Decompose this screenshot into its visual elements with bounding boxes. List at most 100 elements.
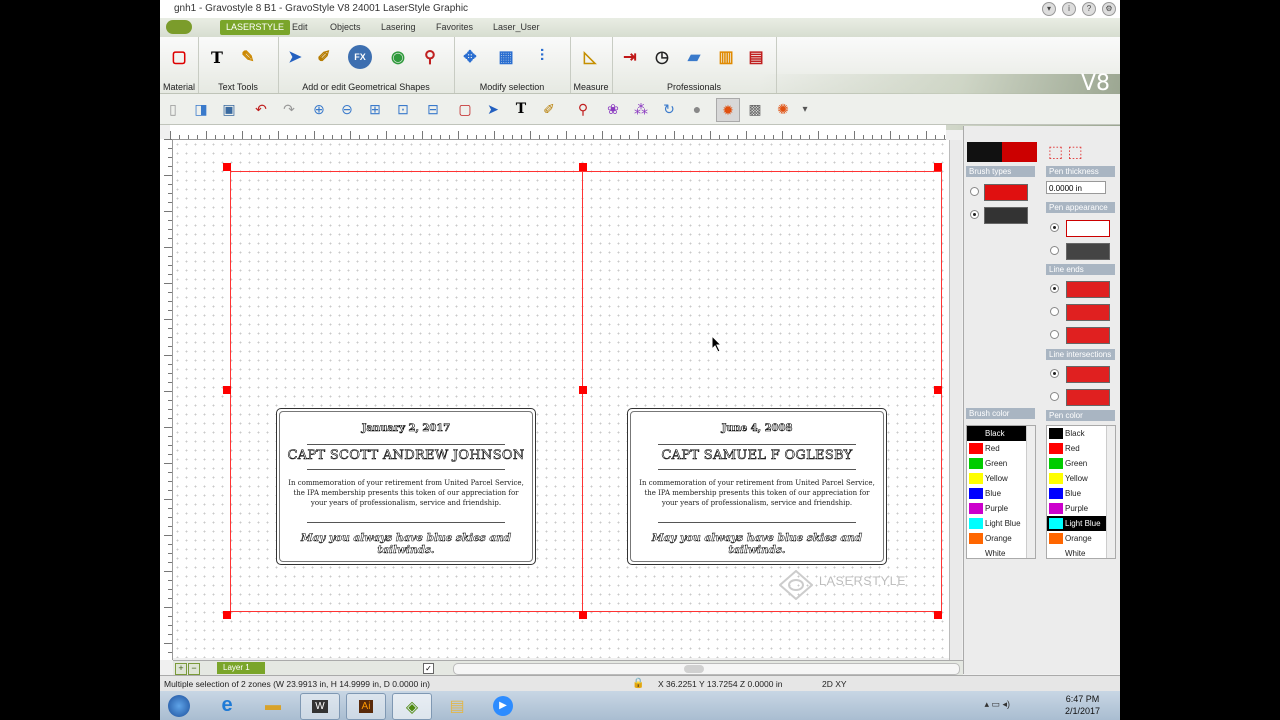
pointer-icon[interactable]: ➤ (482, 98, 504, 120)
text-icon[interactable]: T (510, 98, 532, 120)
add-layer-button[interactable]: + (175, 663, 187, 675)
text-tool-icon[interactable]: T (205, 45, 229, 69)
remove-layer-button[interactable]: − (188, 663, 200, 675)
info-icon[interactable]: i (1062, 2, 1076, 16)
node-icon[interactable]: ⚲ (572, 98, 594, 120)
pen-color-item[interactable]: Light Blue (1047, 516, 1115, 531)
pen-color-list[interactable]: Black Red Green Yellow Blue Purple Light Blue O… (1046, 425, 1116, 559)
move-icon[interactable]: ✥ (458, 45, 482, 69)
zoom-in-icon[interactable]: ⊕ (308, 98, 330, 120)
ungroup-icon[interactable]: ⁂ (630, 98, 652, 120)
zoom-window-icon[interactable]: ⊞ (364, 98, 386, 120)
fill-icon[interactable]: ▰ (682, 45, 706, 69)
menu-laser-user[interactable]: Laser_User (487, 20, 546, 35)
material-small-icon[interactable]: ▢ (454, 98, 476, 120)
brush-color-item[interactable]: Orange (967, 531, 1035, 546)
material-icon[interactable]: ▢ (167, 45, 191, 69)
pen-color-item[interactable]: Yellow (1047, 471, 1115, 486)
taskbar-zoom[interactable]: ▶ (484, 693, 522, 718)
laser-burst-icon[interactable]: ✺ (772, 98, 794, 120)
taskbar-ie[interactable]: e (208, 693, 246, 718)
start-button[interactable] (162, 693, 196, 718)
brush-color-scrollbar[interactable] (1026, 426, 1035, 558)
taskbar-files[interactable]: ▤ (438, 693, 476, 718)
line-end-flat-radio[interactable] (1050, 330, 1059, 339)
pen-thickness-field[interactable]: 0.0000 in (1046, 181, 1106, 194)
zoom-out-icon[interactable]: ⊖ (336, 98, 358, 120)
brush-color-item[interactable]: Green (967, 456, 1035, 471)
save-icon[interactable]: ▣ (218, 98, 240, 120)
zoom-all-icon[interactable]: ⊡ (392, 98, 414, 120)
pen-color-item[interactable]: Black (1047, 426, 1115, 441)
import-icon[interactable]: ⇥ (618, 45, 642, 69)
resize-handle[interactable] (223, 386, 231, 394)
intersection-miter-button[interactable] (1066, 389, 1110, 406)
brush-type-none-button[interactable] (984, 207, 1028, 224)
plaque-johnson[interactable]: January 2, 2017 CAPT SCOTT ANDREW JOHNSO… (276, 408, 536, 565)
pen-color-item[interactable]: Purple (1047, 501, 1115, 516)
menu-lasering[interactable]: Lasering (375, 20, 422, 35)
scroll-thumb[interactable] (684, 665, 704, 673)
refresh-icon[interactable]: ↻ (658, 98, 680, 120)
group-icon[interactable]: ❀ (602, 98, 624, 120)
brush-color-item[interactable]: White (967, 546, 1035, 558)
pen-icon[interactable]: ✐ (538, 98, 560, 120)
brush-color-item[interactable]: Blue (967, 486, 1035, 501)
select-arrow-icon[interactable]: ➤ (283, 45, 307, 69)
pen-color-item[interactable]: Blue (1047, 486, 1115, 501)
drawing-canvas[interactable]: January 2, 2017 CAPT SCOTT ANDREW JOHNSO… (173, 140, 949, 658)
brush-type-none-radio[interactable] (970, 210, 979, 219)
horizontal-scrollbar[interactable] (453, 663, 960, 675)
globe-icon[interactable]: ◉ (386, 45, 410, 69)
system-clock[interactable]: 6:47 PM 2/1/2017 (1065, 693, 1100, 717)
intersection-miter-radio[interactable] (1050, 392, 1059, 401)
pen-tool-icon[interactable]: ✐ (312, 45, 336, 69)
menu-laserstyle[interactable]: LASERSTYLE (220, 20, 291, 35)
line-end-flat-button[interactable] (1066, 327, 1110, 344)
taskbar-explorer[interactable]: ▬ (254, 693, 292, 718)
resize-handle[interactable] (579, 163, 587, 171)
cart-icon[interactable]: ▾ (1042, 2, 1056, 16)
fx-icon[interactable]: FX (348, 45, 372, 69)
line-end-round-radio[interactable] (1050, 284, 1059, 293)
pen-color-item[interactable]: Red (1047, 441, 1115, 456)
open-file-icon[interactable]: ◨ (190, 98, 212, 120)
brush-color-list[interactable]: Black Red Green Yellow Blue Purple Light Blue O… (966, 425, 1036, 559)
laser-simulation-icon[interactable]: ✹ (716, 98, 740, 122)
pen-color-item[interactable]: Green (1047, 456, 1115, 471)
menu-favorites[interactable]: Favorites (430, 20, 479, 35)
pen-color-item[interactable]: Orange (1047, 531, 1115, 546)
menu-objects[interactable]: Objects (324, 20, 367, 35)
brush-color-item[interactable]: Purple (967, 501, 1035, 516)
sphere-icon[interactable]: ● (686, 98, 708, 120)
resize-handle[interactable] (223, 163, 231, 171)
new-file-icon[interactable]: ▯ (162, 98, 184, 120)
plaque-oglesby[interactable]: June 4, 2008 CAPT SAMUEL F OGLESBY In co… (627, 408, 887, 565)
node-edit-icon[interactable]: ⚲ (418, 45, 442, 69)
taskbar-gravostyle[interactable]: ◈ (392, 693, 432, 720)
brush-color-item[interactable]: Black (967, 426, 1035, 441)
text-edit-icon[interactable]: ✎ (236, 45, 260, 69)
layer-visible-checkbox[interactable]: ✓ (423, 663, 434, 674)
brush-type-solid-radio[interactable] (970, 187, 979, 196)
brush-type-solid-button[interactable] (984, 184, 1028, 201)
toolbar-overflow-icon[interactable]: ▾ (800, 98, 810, 120)
settings-icon[interactable]: ⚙ (1102, 2, 1116, 16)
brush-color-item[interactable]: Light Blue (967, 516, 1035, 531)
pen-appearance-solid-radio[interactable] (1050, 223, 1059, 232)
menu-edit[interactable]: Edit (286, 20, 314, 35)
taskbar-word[interactable]: W (300, 693, 340, 720)
brush-color-item[interactable]: Red (967, 441, 1035, 456)
line-end-square-button[interactable] (1066, 304, 1110, 321)
arrange-icon[interactable]: ▦ (494, 45, 518, 69)
pen-appearance-none-radio[interactable] (1050, 246, 1059, 255)
help-icon[interactable]: ? (1082, 2, 1096, 16)
intersection-round-button[interactable] (1066, 366, 1110, 383)
resize-handle[interactable] (934, 611, 942, 619)
intersection-round-radio[interactable] (1050, 369, 1059, 378)
barcode-icon[interactable]: ▥ (714, 45, 738, 69)
printer-icon[interactable]: ▩ (744, 98, 766, 120)
clock-icon[interactable]: ◷ (650, 45, 674, 69)
brush-color-item[interactable]: Yellow (967, 471, 1035, 486)
redo-icon[interactable]: ↷ (278, 98, 300, 120)
